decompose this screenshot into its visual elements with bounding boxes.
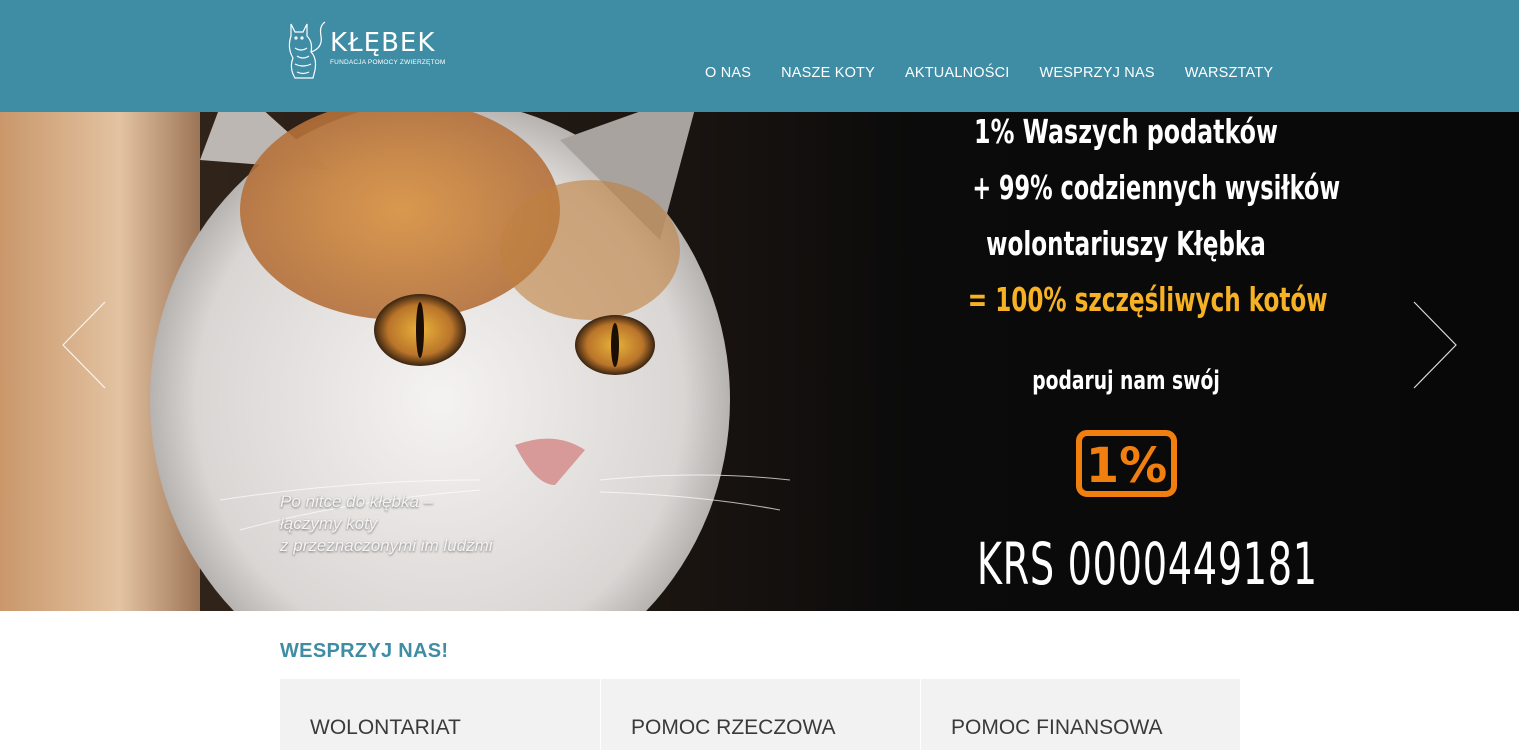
nav-item-wesprzyj-nas[interactable]: WESPRZYJ NAS (1025, 65, 1170, 85)
chevron-right-icon (1413, 301, 1457, 389)
card-title: POMOC FINANSOWA (951, 716, 1163, 739)
logo-subtitle: FUNDACJA POMOCY ZWIERZĘTOM (330, 59, 446, 66)
card-pomoc-finansowa[interactable]: POMOC FINANSOWA (920, 679, 1240, 750)
card-title: POMOC RZECZOWA (631, 716, 836, 739)
support-cards: WOLONTARIAT POMOC RZECZOWA POMOC FINANSO… (280, 679, 1240, 750)
slide-caption: Po nitce do kłębka – łączymy koty z prze… (280, 491, 493, 557)
one-percent-badge: 1% (1076, 430, 1177, 497)
nav-item-nasze-koty[interactable]: NASZE KOTY (766, 65, 890, 85)
chevron-left-icon (62, 301, 106, 389)
site-header: KŁĘBEK FUNDACJA POMOCY ZWIERZĘTOM O NAS … (0, 0, 1519, 112)
promo-line-1: 1% Waszych podatków (974, 112, 1278, 151)
badge-label: 1% (1086, 438, 1168, 494)
slider-next-button[interactable] (1404, 300, 1464, 390)
promo-line-5: podaruj nam swój (1032, 366, 1220, 396)
zigzag-edge (0, 98, 1519, 112)
caption-line: Po nitce do kłębka – (280, 492, 434, 511)
hero-slider: Po nitce do kłębka – łączymy koty z prze… (0, 100, 1519, 611)
promo-line-4: = 100% szczęśliwych kotów (967, 280, 1328, 319)
card-wolontariat[interactable]: WOLONTARIAT (280, 679, 600, 750)
nav-item-aktualnosci[interactable]: AKTUALNOŚCI (890, 65, 1025, 85)
logo-title: KŁĘBEK (330, 28, 436, 58)
promo-line-3: wolontariuszy Kłębka (986, 224, 1266, 263)
promo-line-2: + 99% codziennych wysiłków (972, 168, 1341, 207)
krs-number: KRS 0000449181 (976, 530, 1318, 598)
card-title: WOLONTARIAT (310, 716, 461, 739)
caption-line: z przeznaczonymi im ludźmi (280, 536, 493, 555)
site-logo[interactable]: KŁĘBEK FUNDACJA POMOCY ZWIERZĘTOM (283, 18, 446, 82)
card-pomoc-rzeczowa[interactable]: POMOC RZECZOWA (600, 679, 920, 750)
cat-logo-icon (288, 21, 326, 79)
support-section-title: WESPRZYJ NAS! (280, 640, 449, 662)
slider-prev-button[interactable] (55, 300, 115, 390)
nav-item-warsztaty[interactable]: WARSZTATY (1170, 65, 1289, 85)
caption-line: łączymy koty (280, 514, 378, 533)
tax-promo: 1% Waszych podatków + 99% codziennych wy… (900, 100, 1352, 611)
main-nav: O NAS NASZE KOTY AKTUALNOŚCI WESPRZYJ NA… (690, 65, 1288, 85)
nav-item-o-nas[interactable]: O NAS (690, 65, 766, 85)
